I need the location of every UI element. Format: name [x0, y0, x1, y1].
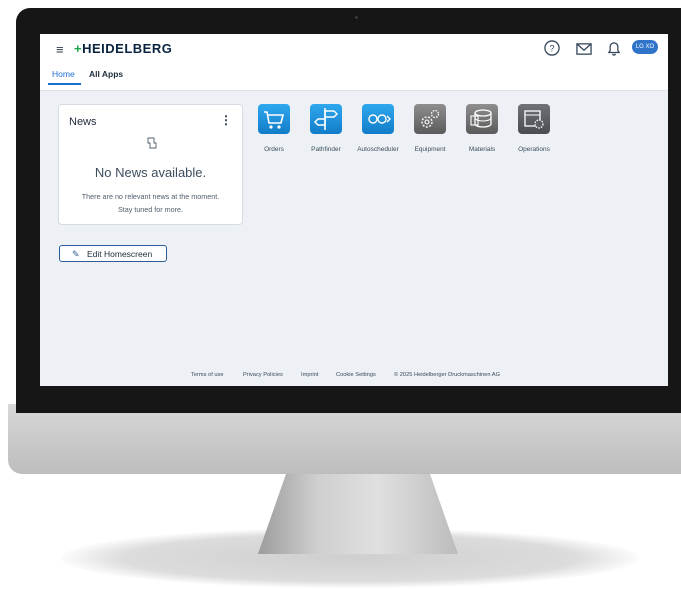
news-empty-message: There are no relevant news at the moment… [81, 192, 220, 201]
news-empty-title: No News available. [94, 165, 207, 180]
footer-cookie-link[interactable]: Cookie Settings [336, 372, 376, 378]
hamburger-menu-icon[interactable]: ≡ [56, 43, 64, 57]
top-bar: ≡ +HEIDELBERG ? LG XO Home All Apps [40, 34, 668, 91]
materials-stack-icon [466, 104, 498, 134]
heidelberg-logo[interactable]: +HEIDELBERG [74, 41, 172, 56]
monitor-chin [8, 404, 681, 474]
footer-imprint-link[interactable]: Imprint [301, 372, 318, 378]
more-options-icon[interactable]: ⋮ [220, 113, 232, 127]
app-label-operations: Operations [518, 146, 550, 153]
news-title: News [69, 116, 97, 128]
monitor-stand [258, 474, 458, 554]
tab-home[interactable]: Home [52, 69, 75, 79]
signpost-icon [310, 104, 342, 134]
edit-homescreen-label: Edit Homescreen [87, 249, 153, 259]
news-card: News ⋮ No News available. There are no r… [58, 104, 243, 225]
shopping-cart-icon [258, 104, 290, 134]
bell-icon[interactable] [605, 39, 623, 57]
pencil-icon: ✎ [72, 249, 80, 259]
edit-homescreen-button[interactable]: ✎ Edit Homescreen [59, 245, 167, 262]
news-icon [147, 137, 157, 149]
svg-text:?: ? [549, 43, 554, 53]
user-avatar[interactable]: LG XO [632, 40, 658, 54]
active-tab-indicator [48, 83, 81, 85]
scheduler-icon [362, 104, 394, 134]
news-empty-submessage: Stay tuned for more. [117, 205, 184, 214]
footer-terms-link[interactable]: Terms of use [191, 372, 224, 378]
footer-privacy-link[interactable]: Privacy Policies [243, 372, 283, 378]
help-icon[interactable]: ? [543, 39, 561, 57]
app-tile-operations[interactable]: Operations [508, 104, 558, 154]
screen: ≡ +HEIDELBERG ? LG XO Home All Apps News… [40, 34, 668, 386]
tab-all-apps[interactable]: All Apps [89, 69, 123, 79]
operations-icon [518, 104, 550, 134]
mail-icon[interactable] [575, 40, 593, 58]
footer-copyright: © 2025 Heidelberger Druckmaschinen AG [394, 372, 500, 378]
gears-icon [414, 104, 446, 134]
camera-dot [355, 16, 358, 19]
